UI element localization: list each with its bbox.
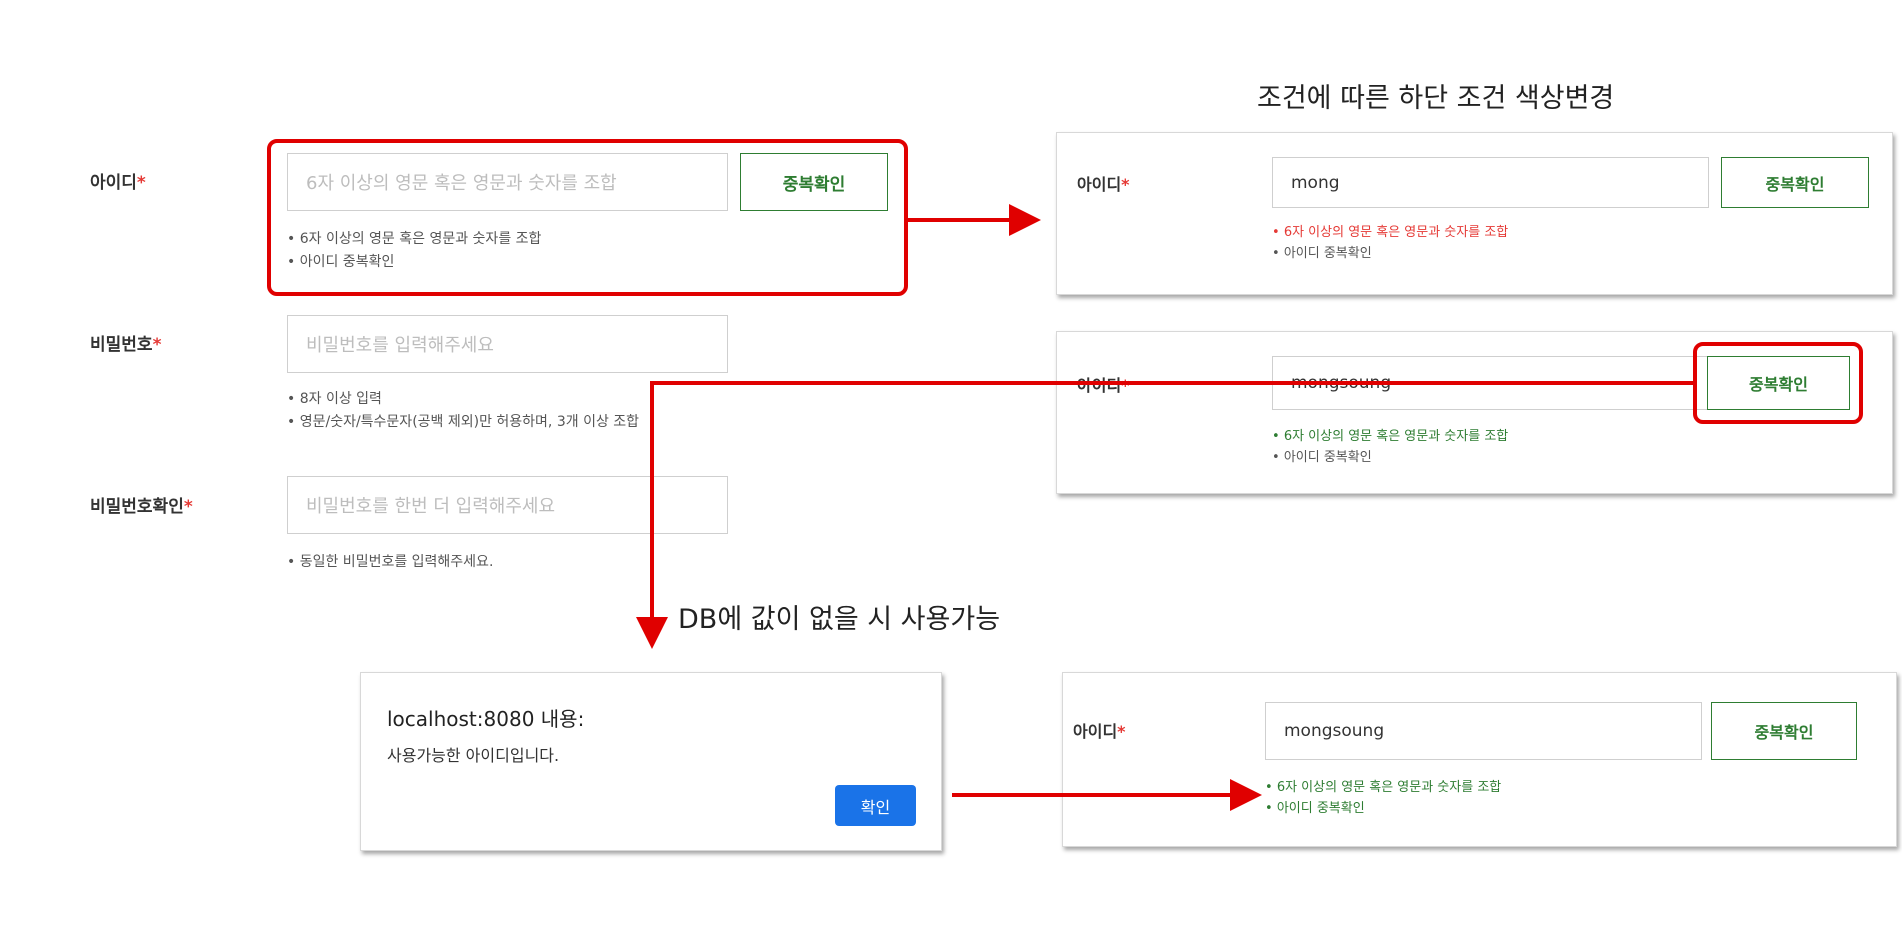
arrow-duplicate-check-to-dialog (636, 381, 1693, 649)
annotation-arrows (636, 204, 1693, 811)
